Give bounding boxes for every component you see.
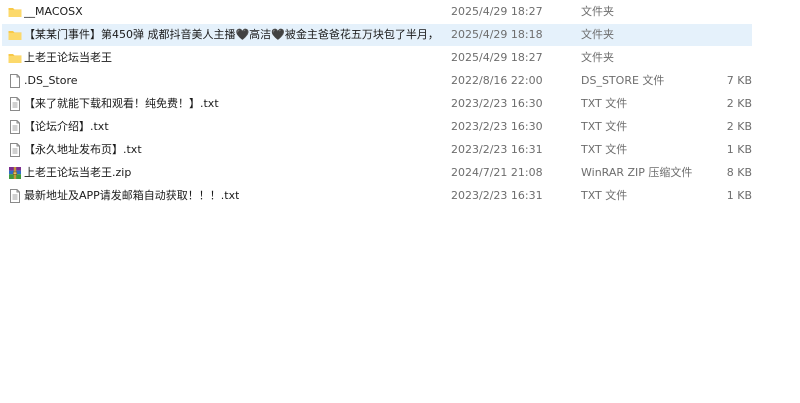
file-type: TXT 文件 bbox=[581, 120, 628, 133]
file-size: 8 KB bbox=[726, 166, 752, 179]
file-row[interactable]: 上老王论坛当老王 2025/4/29 18:27 文件夹 bbox=[2, 47, 752, 69]
folder-icon bbox=[8, 8, 22, 17]
file-size: 1 KB bbox=[726, 143, 752, 156]
file-list: __MACOSX 2025/4/29 18:27 文件夹 【某某门事件】第450… bbox=[0, 0, 800, 403]
file-date: 2023/2/23 16:31 bbox=[451, 189, 543, 202]
file-name: __MACOSX bbox=[24, 5, 83, 18]
file-icon bbox=[10, 74, 20, 88]
file-type: 文件夹 bbox=[581, 28, 614, 41]
file-date: 2023/2/23 16:30 bbox=[451, 120, 543, 133]
text-file-icon bbox=[10, 143, 20, 157]
winrar-archive-icon bbox=[9, 167, 21, 179]
text-file-icon bbox=[10, 120, 20, 134]
file-name: 【来了就能下载和观看！纯免费！】.txt bbox=[24, 97, 219, 110]
file-row[interactable]: __MACOSX 2025/4/29 18:27 文件夹 bbox=[2, 1, 752, 23]
file-date: 2024/7/21 21:08 bbox=[451, 166, 543, 179]
file-type: WinRAR ZIP 压缩文件 bbox=[581, 166, 693, 179]
file-name: 【论坛介绍】.txt bbox=[24, 120, 109, 133]
file-name: 最新地址及APP请发邮箱自动获取！！！.txt bbox=[24, 189, 240, 202]
file-size: 2 KB bbox=[726, 97, 752, 110]
file-row[interactable]: 最新地址及APP请发邮箱自动获取！！！.txt 2023/2/23 16:31 … bbox=[2, 185, 752, 207]
file-row[interactable]: 【永久地址发布页】.txt 2023/2/23 16:31 TXT 文件 1 K… bbox=[2, 139, 752, 161]
folder-icon bbox=[8, 31, 22, 40]
file-name: 上老王论坛当老王 bbox=[24, 51, 112, 64]
file-type: 文件夹 bbox=[581, 51, 614, 64]
text-file-icon bbox=[10, 189, 20, 203]
file-name: 【某某门事件】第450弹 成都抖音美人主播🖤高洁🖤被金主爸爸花五万块包了半月，该… bbox=[24, 28, 439, 41]
file-row[interactable]: 【某某门事件】第450弹 成都抖音美人主播🖤高洁🖤被金主爸爸花五万块包了半月，该… bbox=[2, 24, 752, 46]
file-name: .DS_Store bbox=[24, 74, 78, 87]
file-size: 7 KB bbox=[726, 74, 752, 87]
file-date: 2025/4/29 18:18 bbox=[451, 28, 543, 41]
file-type: TXT 文件 bbox=[581, 143, 628, 156]
file-date: 2025/4/29 18:27 bbox=[451, 5, 543, 18]
text-file-icon bbox=[10, 97, 20, 111]
file-type: TXT 文件 bbox=[581, 97, 628, 110]
file-date: 2022/8/16 22:00 bbox=[451, 74, 543, 87]
file-type: TXT 文件 bbox=[581, 189, 628, 202]
file-row[interactable]: .DS_Store 2022/8/16 22:00 DS_STORE 文件 7 … bbox=[2, 70, 752, 92]
folder-icon bbox=[8, 54, 22, 63]
file-name: 【永久地址发布页】.txt bbox=[24, 143, 142, 156]
file-date: 2023/2/23 16:31 bbox=[451, 143, 543, 156]
file-date: 2025/4/29 18:27 bbox=[451, 51, 543, 64]
file-type: 文件夹 bbox=[581, 5, 614, 18]
file-row[interactable]: 【来了就能下载和观看！纯免费！】.txt 2023/2/23 16:30 TXT… bbox=[2, 93, 752, 115]
file-size: 1 KB bbox=[726, 189, 752, 202]
file-row[interactable]: 【论坛介绍】.txt 2023/2/23 16:30 TXT 文件 2 KB bbox=[2, 116, 752, 138]
file-name: 上老王论坛当老王.zip bbox=[24, 166, 132, 179]
file-date: 2023/2/23 16:30 bbox=[451, 97, 543, 110]
file-row[interactable]: 上老王论坛当老王.zip 2024/7/21 21:08 WinRAR ZIP … bbox=[2, 162, 752, 184]
file-type: DS_STORE 文件 bbox=[581, 74, 665, 87]
file-size: 2 KB bbox=[726, 120, 752, 133]
